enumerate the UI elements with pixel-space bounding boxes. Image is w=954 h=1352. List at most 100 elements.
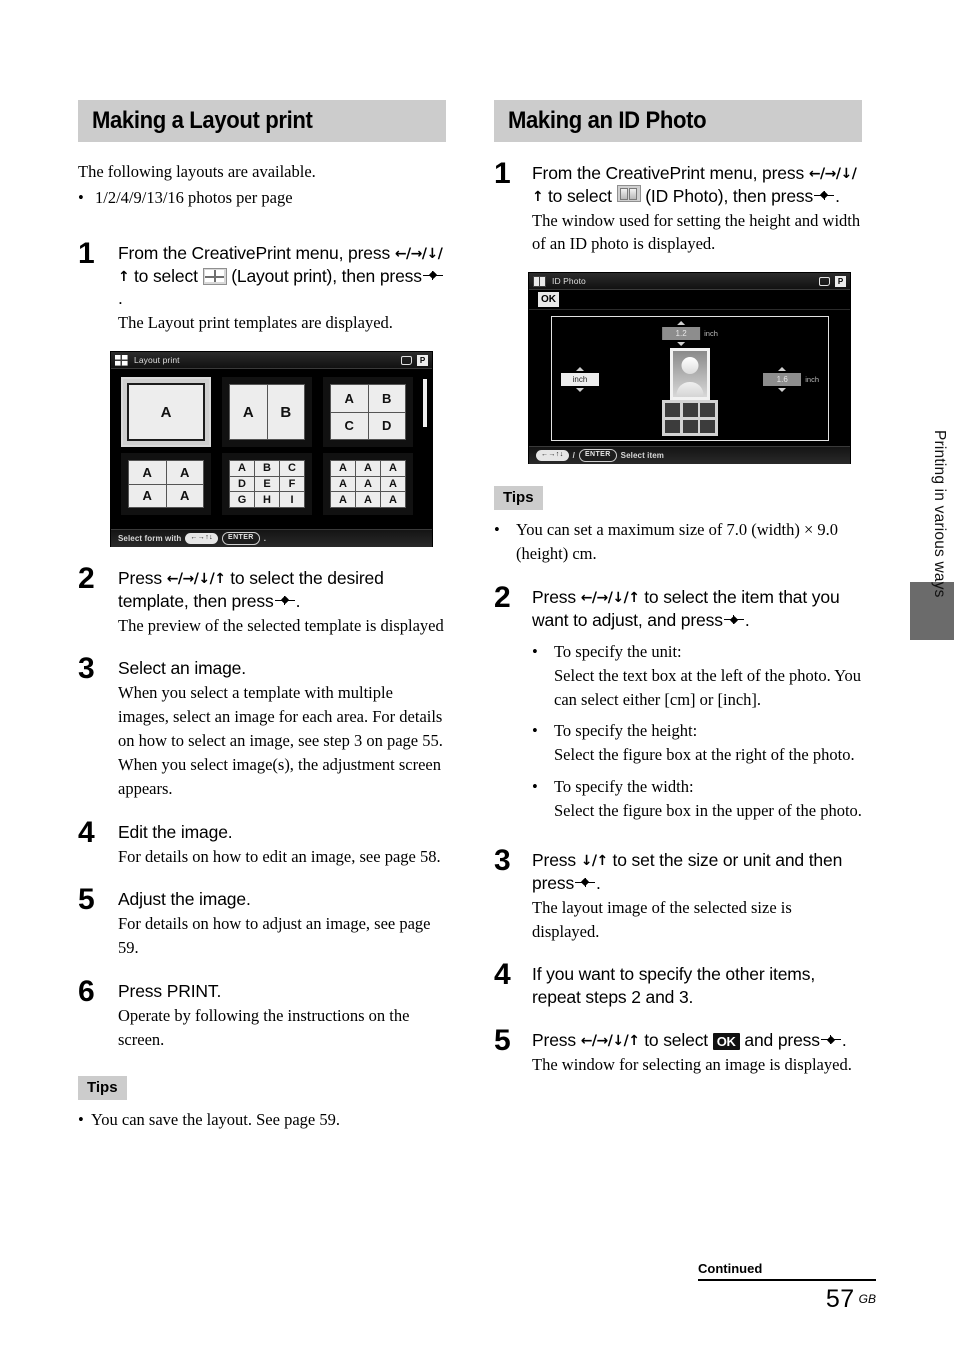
screenshot-title: Layout print: [134, 355, 180, 366]
tips-block-left: Tips • You can save the layout. See page…: [78, 1052, 446, 1132]
screenshot-titlebar: Layout print P: [111, 352, 432, 370]
page-number-row: 57 GB: [698, 1285, 876, 1314]
step-right-4: 4 If you want to specify the other items…: [494, 958, 862, 1009]
tips-item: • You can save the layout. See page 59.: [78, 1108, 446, 1132]
template-cell: F: [280, 476, 304, 492]
height-spinner[interactable]: 1.6 inch: [763, 367, 819, 393]
step-lead: Select an image.: [118, 658, 246, 679]
region-code: GB: [858, 1292, 876, 1306]
template-option-2up[interactable]: A B: [222, 377, 312, 448]
template-cell: A: [230, 385, 267, 440]
unit-spinner[interactable]: inch: [561, 367, 599, 393]
template-option-9up-aaa[interactable]: A A A A A A A A A: [323, 453, 413, 516]
step-bullet-text: Select the text box at the left of the p…: [554, 665, 862, 709]
step-lead-part-c: (Layout print), then press: [231, 265, 422, 286]
width-value-box[interactable]: 1.2: [662, 321, 701, 347]
chevron-up-icon[interactable]: [677, 321, 686, 326]
step-lead: Adjust the image.: [118, 889, 251, 910]
template-cell: A: [356, 492, 380, 508]
step-lead: Press ←/→/↓/↑ to select the desired temp…: [118, 567, 446, 613]
step-bullet-list: • To specify the unit: Select the text b…: [532, 640, 862, 823]
arrow-keys-glyph: ←/→/↓/↑: [580, 590, 640, 607]
step-number: 3: [78, 652, 95, 686]
template-cell: C: [280, 461, 304, 476]
step-number: 6: [78, 975, 95, 1009]
template-option-4up-aaaa[interactable]: A A A A: [121, 453, 211, 516]
tips-block-right: Tips • You can set a maximum size of 7.0…: [494, 470, 862, 566]
footer-rule: [698, 1279, 876, 1281]
bullet-dot: •: [78, 1109, 84, 1129]
enter-key-glyph: [813, 189, 835, 203]
template-cell: A: [331, 492, 355, 508]
scrollbar[interactable]: [423, 379, 427, 540]
step-lead-part-d: .: [118, 288, 123, 309]
step-lead-part-a: Press: [532, 1029, 576, 1050]
enter-key-glyph: [422, 269, 444, 283]
scrollbar-thumb[interactable]: [423, 379, 427, 428]
step-lead: Press ←/→/↓/↑ to select OK and press.: [532, 1029, 862, 1052]
unit-value-box[interactable]: inch: [561, 367, 599, 393]
step-lead-part-d: .: [596, 872, 601, 893]
template-option-4up-abcd[interactable]: A B C D: [323, 377, 413, 448]
width-value: 1.2: [675, 329, 687, 339]
tips-list: • You can set a maximum size of 7.0 (wid…: [494, 518, 862, 566]
ok-button[interactable]: OK: [538, 292, 559, 308]
step-right-1: 1 From the CreativePrint menu, press ←/→…: [494, 158, 862, 256]
step-sub-text: Operate by following the instructions on…: [118, 1005, 410, 1049]
template-cell: A: [381, 461, 405, 476]
step-right-2: 2 Press ←/→/↓/↑ to select the item that …: [494, 583, 862, 827]
template-cell: A: [331, 385, 368, 412]
bottom-hint-prefix: Select form with: [118, 534, 182, 544]
step-lead: Press ↓/↑ to set the size or unit and th…: [532, 849, 862, 895]
display-icon: [819, 276, 830, 286]
step-lead: From the CreativePrint menu, press ←/→/↓…: [532, 162, 862, 208]
step-lead-part-a: From the CreativePrint menu, press: [532, 163, 805, 183]
layout-print-icon: [202, 267, 227, 285]
template-option-9up-abc[interactable]: A B C D E F G H I: [222, 453, 312, 516]
bottom-hint-suffix: .: [263, 534, 267, 544]
arrow-keys-glyph: ←/→/↓/↑: [166, 571, 226, 588]
chevron-down-icon[interactable]: [677, 342, 686, 347]
template-cell: D: [230, 476, 254, 492]
intro-bullet-text: 1/2/4/9/13/16 photos per page: [95, 188, 293, 208]
arrow-keys-glyph: ←/→/↓/↑: [580, 1032, 640, 1049]
step-sub-text: The preview of the selected template is …: [118, 615, 444, 635]
portrait-preview: [670, 348, 710, 401]
chevron-up-icon[interactable]: [778, 367, 787, 372]
template-option-1up[interactable]: A: [121, 377, 211, 448]
step-sub-text: When you select a template with multiple…: [118, 683, 443, 798]
step-left-4: 4 Edit the image. For details on how to …: [78, 817, 446, 869]
step-number: 4: [494, 958, 511, 992]
step-lead-part-a: Press: [532, 850, 576, 871]
template-cell: B: [255, 461, 279, 476]
bottom-hint-separator: /: [572, 451, 575, 461]
height-value-box[interactable]: 1.6: [763, 367, 802, 393]
step-lead-part-d: .: [835, 185, 840, 206]
portrait-silhouette-icon: [673, 351, 707, 398]
screenshot-title: ID Photo: [552, 276, 586, 287]
chevron-up-icon[interactable]: [576, 367, 584, 372]
template-cell: B: [368, 385, 405, 412]
step-bullet-text: Select the figure box at the right of th…: [554, 745, 855, 765]
chevron-down-icon[interactable]: [778, 388, 787, 393]
template-cell: E: [255, 476, 279, 492]
enter-key-glyph: [723, 613, 745, 627]
template-cell: A: [356, 476, 380, 492]
step-lead-part-c: (ID Photo), then press: [645, 185, 814, 206]
bullet-dot: •: [494, 520, 500, 540]
tips-list: • You can save the layout. See page 59.: [78, 1108, 446, 1132]
template-cell: A: [129, 484, 166, 508]
step-left-3: 3 Select an image. When you select a tem…: [78, 652, 446, 800]
enter-key-glyph: [574, 876, 596, 890]
chevron-down-icon[interactable]: [576, 388, 584, 393]
width-spinner[interactable]: 1.2 inch: [662, 321, 718, 347]
template-cell: A: [129, 461, 166, 484]
template-cell: A: [331, 461, 355, 476]
screenshot-titlebar: ID Photo P: [529, 273, 850, 291]
step-lead-part-b: to select: [644, 1029, 709, 1050]
step-number: 5: [494, 1023, 511, 1057]
page-title-left: Making a Layout print: [92, 107, 313, 134]
height-value: 1.6: [776, 375, 788, 385]
template-cell: G: [230, 492, 254, 508]
right-column: Making an ID Photo 1 From the CreativePr…: [494, 100, 862, 1077]
